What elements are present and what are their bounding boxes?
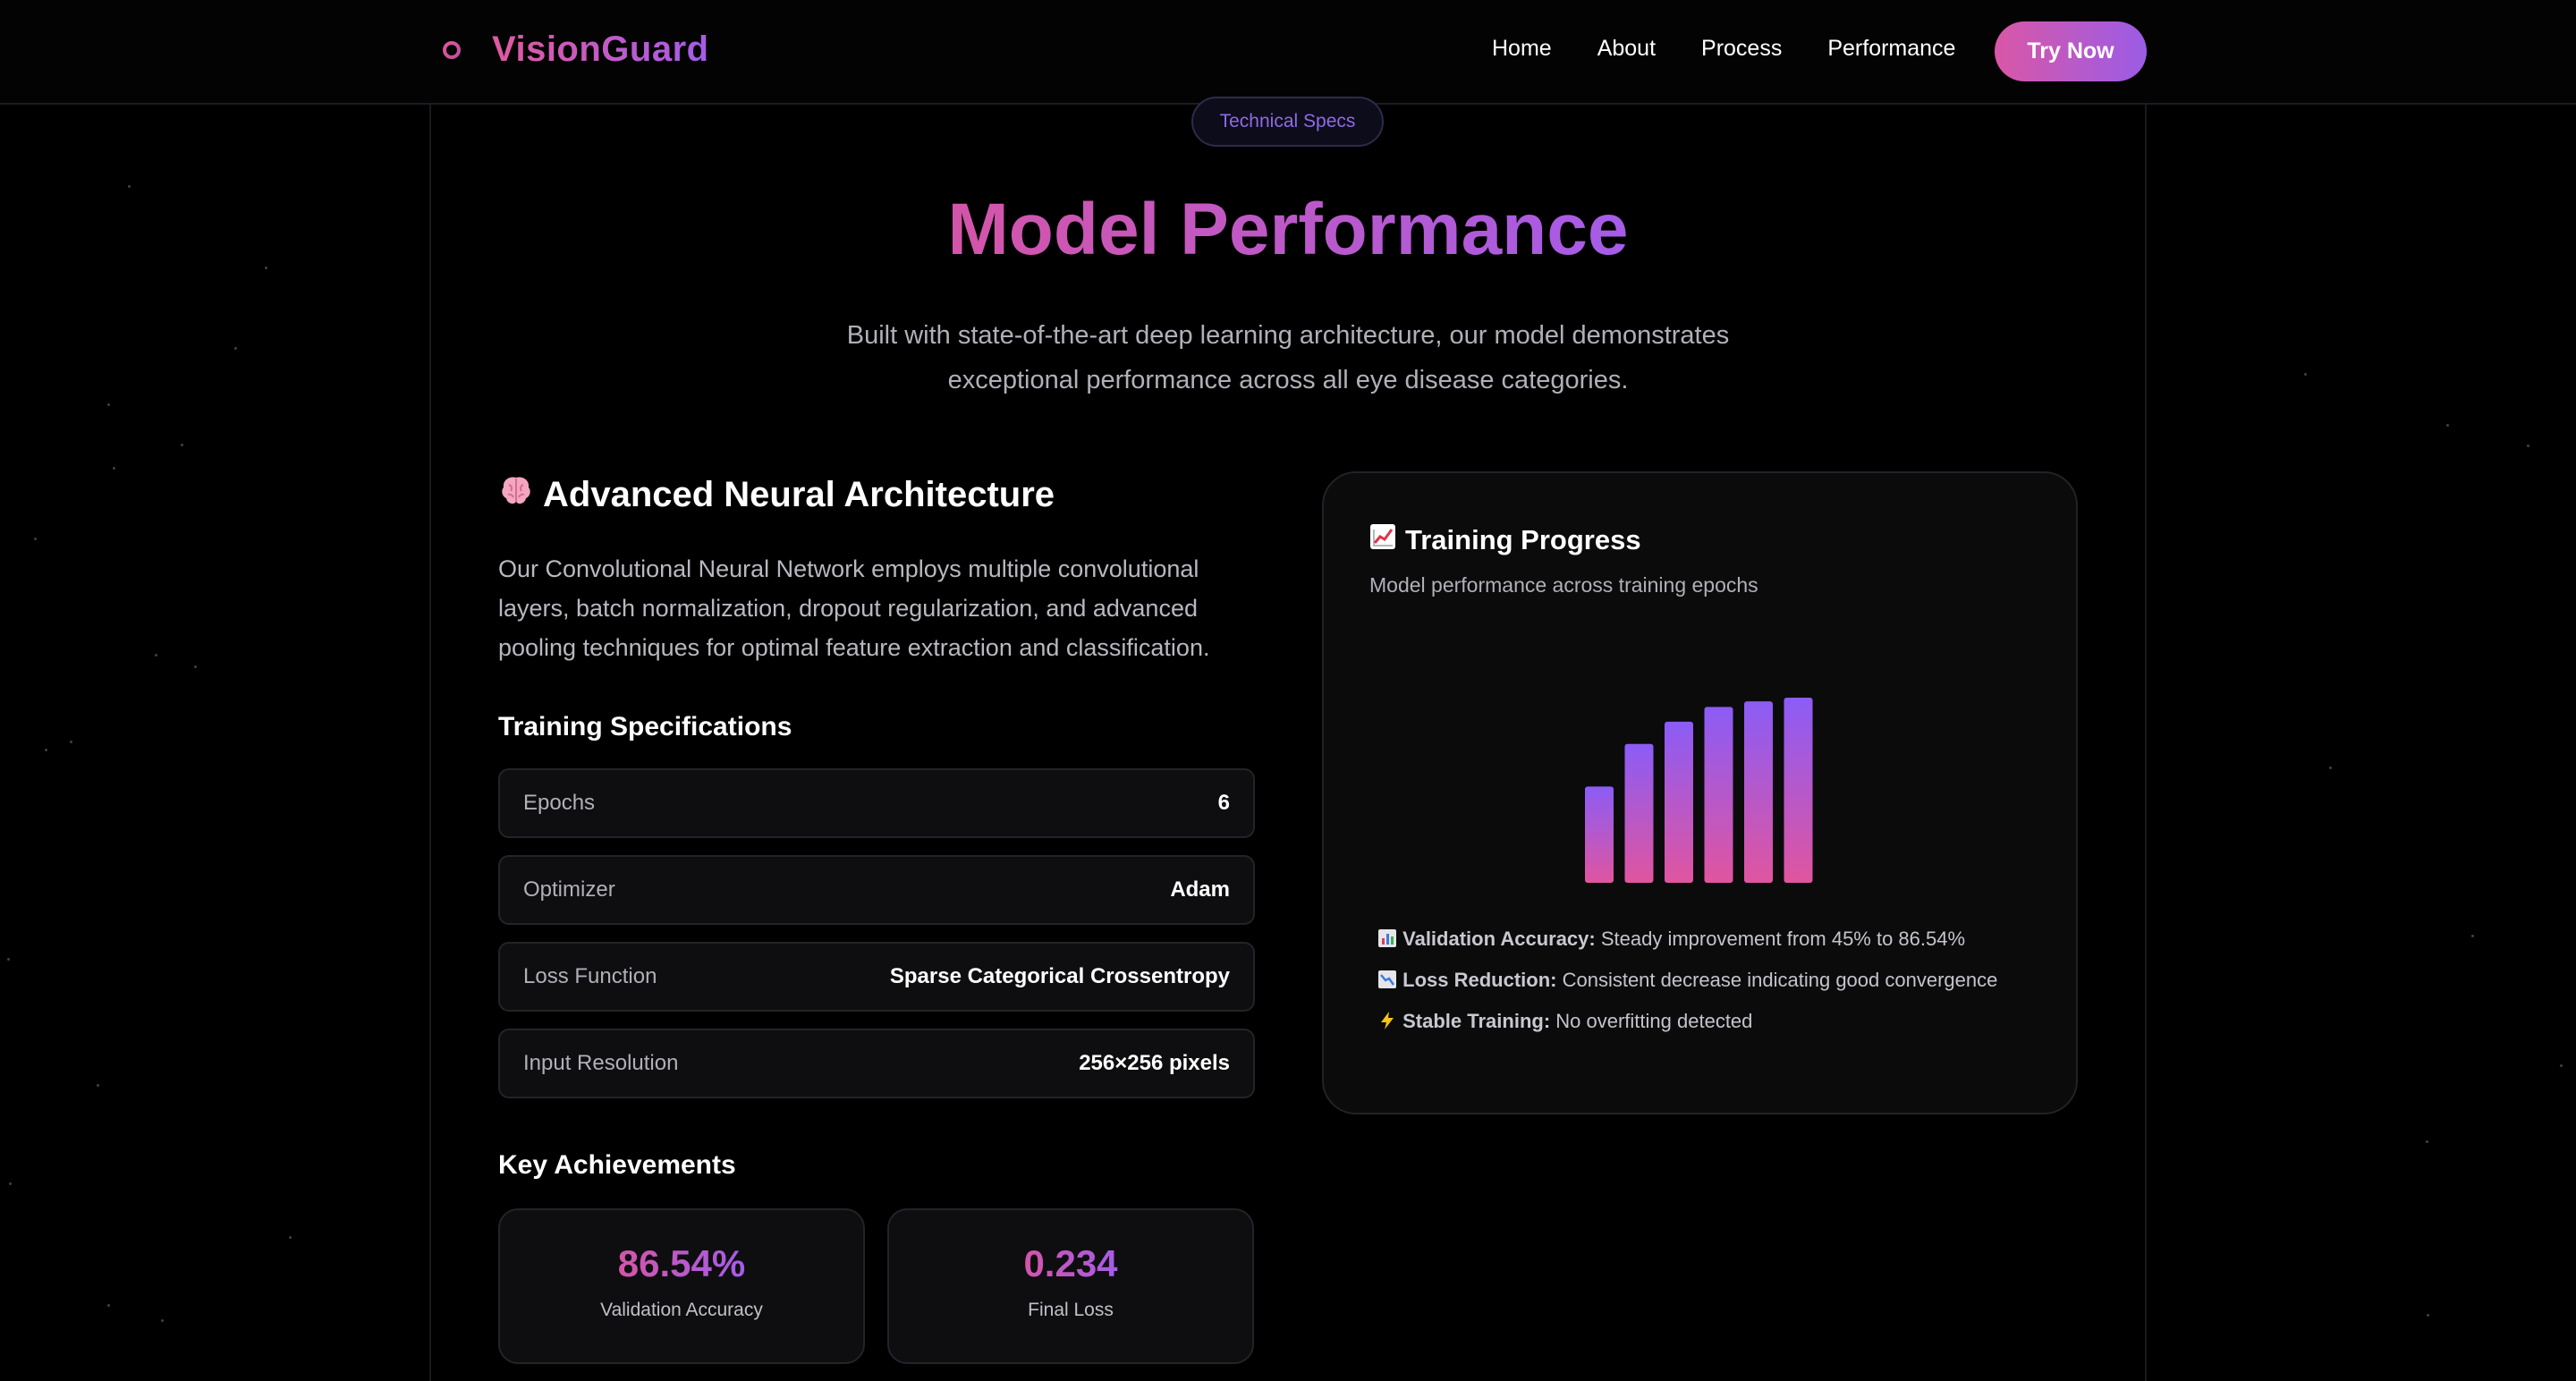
chart-bar-epoch-3 — [1665, 721, 1693, 883]
architecture-description: Our Convolutional Neural Network employs… — [498, 555, 1210, 661]
note-validation-accuracy: Validation Accuracy: Steady improvement … — [1377, 919, 1997, 960]
spec-value: Sparse Categorical Crossentropy — [889, 964, 1230, 988]
achievement-value: 86.54% — [617, 1242, 746, 1284]
achievement-card-accuracy: 86.54% Validation Accuracy — [498, 1208, 865, 1364]
page-title-text: Model Performance — [947, 189, 1629, 270]
spec-row-epochs: Epochs 6 — [498, 768, 1255, 838]
note-text: Steady improvement from 45% to 86.54% — [1595, 928, 1966, 950]
note-text: No overfitting detected — [1550, 1010, 1753, 1032]
achievements-row: 86.54% Validation Accuracy 0.234 Final L… — [498, 1208, 1255, 1364]
chart-bar-epoch-5 — [1744, 701, 1773, 883]
nav-link-process[interactable]: Process — [1701, 36, 1782, 62]
training-progress-heading: Training Progress — [1369, 523, 1641, 557]
spec-label: Optimizer — [523, 877, 615, 902]
spec-value: 6 — [1217, 791, 1230, 815]
training-notes: Validation Accuracy: Steady improvement … — [1377, 919, 1997, 1042]
architecture-title: Advanced Neural Architecture — [543, 474, 1055, 514]
section-badge: Technical Specs — [1191, 97, 1384, 147]
nav-link-performance[interactable]: Performance — [1827, 36, 1955, 62]
try-now-button[interactable]: Try Now — [1995, 21, 2147, 81]
achievements-heading: Key Achievements — [498, 1150, 736, 1180]
note-loss-reduction: Loss Reduction: Consistent decrease indi… — [1377, 960, 1997, 1001]
top-navbar: VisionGuard Home About Process Performan… — [0, 0, 2576, 105]
spec-value: 256×256 pixels — [1079, 1051, 1230, 1075]
page-title: Model Performance — [0, 188, 2576, 272]
achievement-label: Validation Accuracy — [600, 1300, 763, 1320]
training-progress-card: Training Progress Model performance acro… — [1322, 471, 2078, 1114]
achievement-value: 0.234 — [1023, 1242, 1118, 1284]
note-text: Consistent decrease indicating good conv… — [1556, 969, 1998, 991]
spec-row-loss-function: Loss Function Sparse Categorical Crossen… — [498, 942, 1255, 1012]
chart-decreasing-icon — [1377, 969, 1402, 991]
brain-icon — [498, 472, 534, 517]
achievement-card-loss: 0.234 Final Loss — [887, 1208, 1254, 1364]
specs-list: Epochs 6 Optimizer Adam Loss Function Sp… — [498, 768, 1255, 1098]
page-subtitle: Built with state-of-the-art deep learnin… — [846, 321, 1730, 394]
chart-increasing-icon — [1369, 523, 1396, 557]
nav-link-about[interactable]: About — [1597, 36, 1656, 62]
specs-heading: Training Specifications — [498, 712, 792, 741]
brand-logo[interactable]: VisionGuard — [429, 27, 709, 72]
spec-row-input-resolution: Input Resolution 256×256 pixels — [498, 1029, 1255, 1098]
spec-row-optimizer: Optimizer Adam — [498, 855, 1255, 925]
nav-links: Home About Process Performance — [1492, 36, 2001, 62]
bar-chart-icon — [1377, 928, 1402, 950]
chart-bar-epoch-2 — [1624, 743, 1654, 883]
chart-bar-epoch-1 — [1585, 786, 1614, 883]
lightning-icon — [1377, 1010, 1402, 1032]
note-label: Loss Reduction: — [1402, 969, 1557, 991]
architecture-heading: Advanced Neural Architecture — [498, 472, 1255, 517]
nav-link-home[interactable]: Home — [1492, 36, 1552, 62]
note-label: Validation Accuracy: — [1402, 928, 1596, 950]
spec-label: Input Resolution — [523, 1051, 679, 1075]
spec-label: Loss Function — [523, 964, 657, 988]
training-progress-title: Training Progress — [1405, 524, 1641, 555]
brand-name: VisionGuard — [492, 29, 709, 69]
architecture-section: Advanced Neural Architecture Our Convolu… — [498, 472, 1255, 1364]
spec-label: Epochs — [523, 791, 596, 815]
note-label: Stable Training: — [1402, 1010, 1551, 1032]
chart-bar-epoch-4 — [1704, 707, 1733, 883]
training-progress-subtitle: Model performance across training epochs — [1369, 573, 1758, 597]
chart-bar-epoch-6 — [1784, 698, 1813, 883]
note-stable-training: Stable Training: No overfitting detected — [1377, 1001, 1997, 1042]
achievement-label: Final Loss — [1028, 1300, 1114, 1320]
spec-value: Adam — [1170, 877, 1230, 902]
crosshair-icon — [429, 27, 474, 72]
